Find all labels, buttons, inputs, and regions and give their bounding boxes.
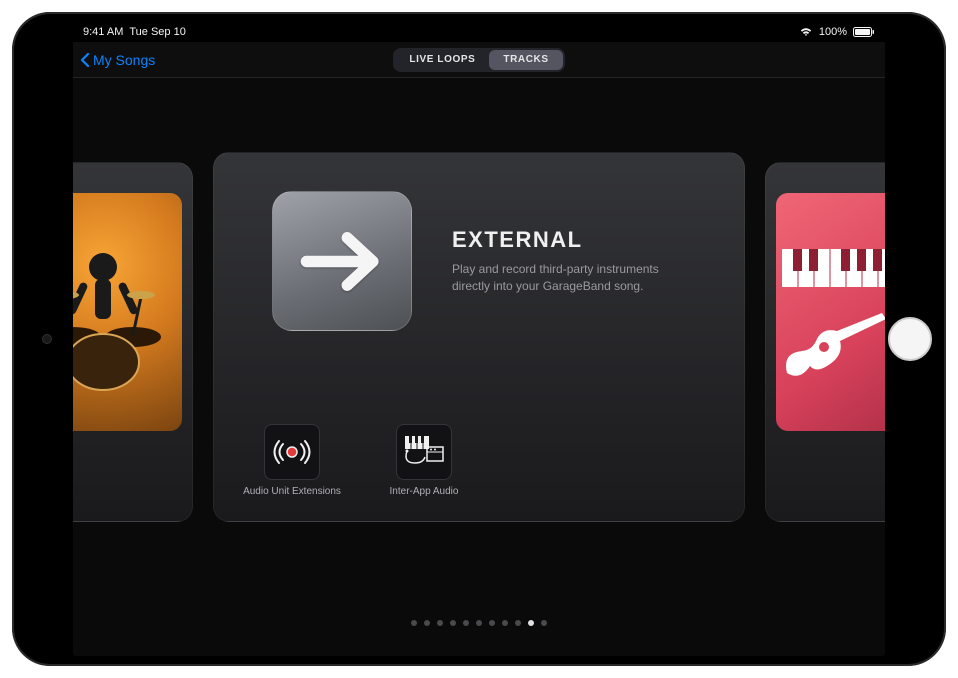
page-dot[interactable] <box>489 620 495 626</box>
page-dot[interactable] <box>437 620 443 626</box>
status-bar: 9:41 AM Tue Sep 10 100% <box>73 22 885 42</box>
keyboard-guitar-illustration <box>776 193 885 431</box>
card-description: Play and record third-party instruments … <box>452 261 682 296</box>
carousel-card-previous[interactable] <box>73 162 193 522</box>
carousel-card-next[interactable] <box>765 162 885 522</box>
page-dot[interactable] <box>515 620 521 626</box>
page-dot[interactable] <box>541 620 547 626</box>
back-label: My Songs <box>93 52 155 68</box>
ipad-device-frame: 9:41 AM Tue Sep 10 100% <box>0 0 958 678</box>
segment-live-loops[interactable]: LIVE LOOPS <box>395 50 489 70</box>
card-title: EXTERNAL <box>452 227 682 253</box>
segment-tracks[interactable]: TRACKS <box>489 50 562 70</box>
inter-app-audio-icon <box>396 424 452 480</box>
instrument-carousel[interactable]: EXTERNAL Play and record third-party ins… <box>73 152 885 532</box>
status-time: 9:41 AM <box>83 26 123 38</box>
option-label: Audio Unit Extensions <box>243 486 341 497</box>
option-label: Inter-App Audio <box>390 486 459 497</box>
page-dot[interactable] <box>502 620 508 626</box>
battery-icon <box>853 27 875 37</box>
option-audio-unit-extensions[interactable]: Audio Unit Extensions <box>238 424 346 497</box>
page-dot[interactable] <box>411 620 417 626</box>
page-dot[interactable] <box>528 620 534 626</box>
page-dot[interactable] <box>476 620 482 626</box>
status-battery-text: 100% <box>819 26 847 38</box>
home-button[interactable] <box>888 317 932 361</box>
page-indicator[interactable] <box>73 620 885 626</box>
carousel-card-external: EXTERNAL Play and record third-party ins… <box>213 152 745 522</box>
page-dot[interactable] <box>450 620 456 626</box>
guitar-icon <box>782 311 885 381</box>
wifi-icon <box>799 27 813 37</box>
piano-keys-icon <box>782 243 885 293</box>
option-inter-app-audio[interactable]: Inter-App Audio <box>370 424 478 497</box>
chevron-left-icon <box>79 52 91 68</box>
nav-bar: My Songs LIVE LOOPS TRACKS <box>73 42 885 78</box>
segmented-control: LIVE LOOPS TRACKS <box>393 48 564 72</box>
screen: 9:41 AM Tue Sep 10 100% <box>73 22 885 656</box>
front-camera <box>43 335 51 343</box>
drummer-illustration <box>73 193 182 431</box>
back-button[interactable]: My Songs <box>79 52 155 68</box>
external-arrow-icon <box>272 191 412 331</box>
status-date: Tue Sep 10 <box>129 26 185 38</box>
page-dot[interactable] <box>463 620 469 626</box>
audio-unit-icon <box>264 424 320 480</box>
page-dot[interactable] <box>424 620 430 626</box>
